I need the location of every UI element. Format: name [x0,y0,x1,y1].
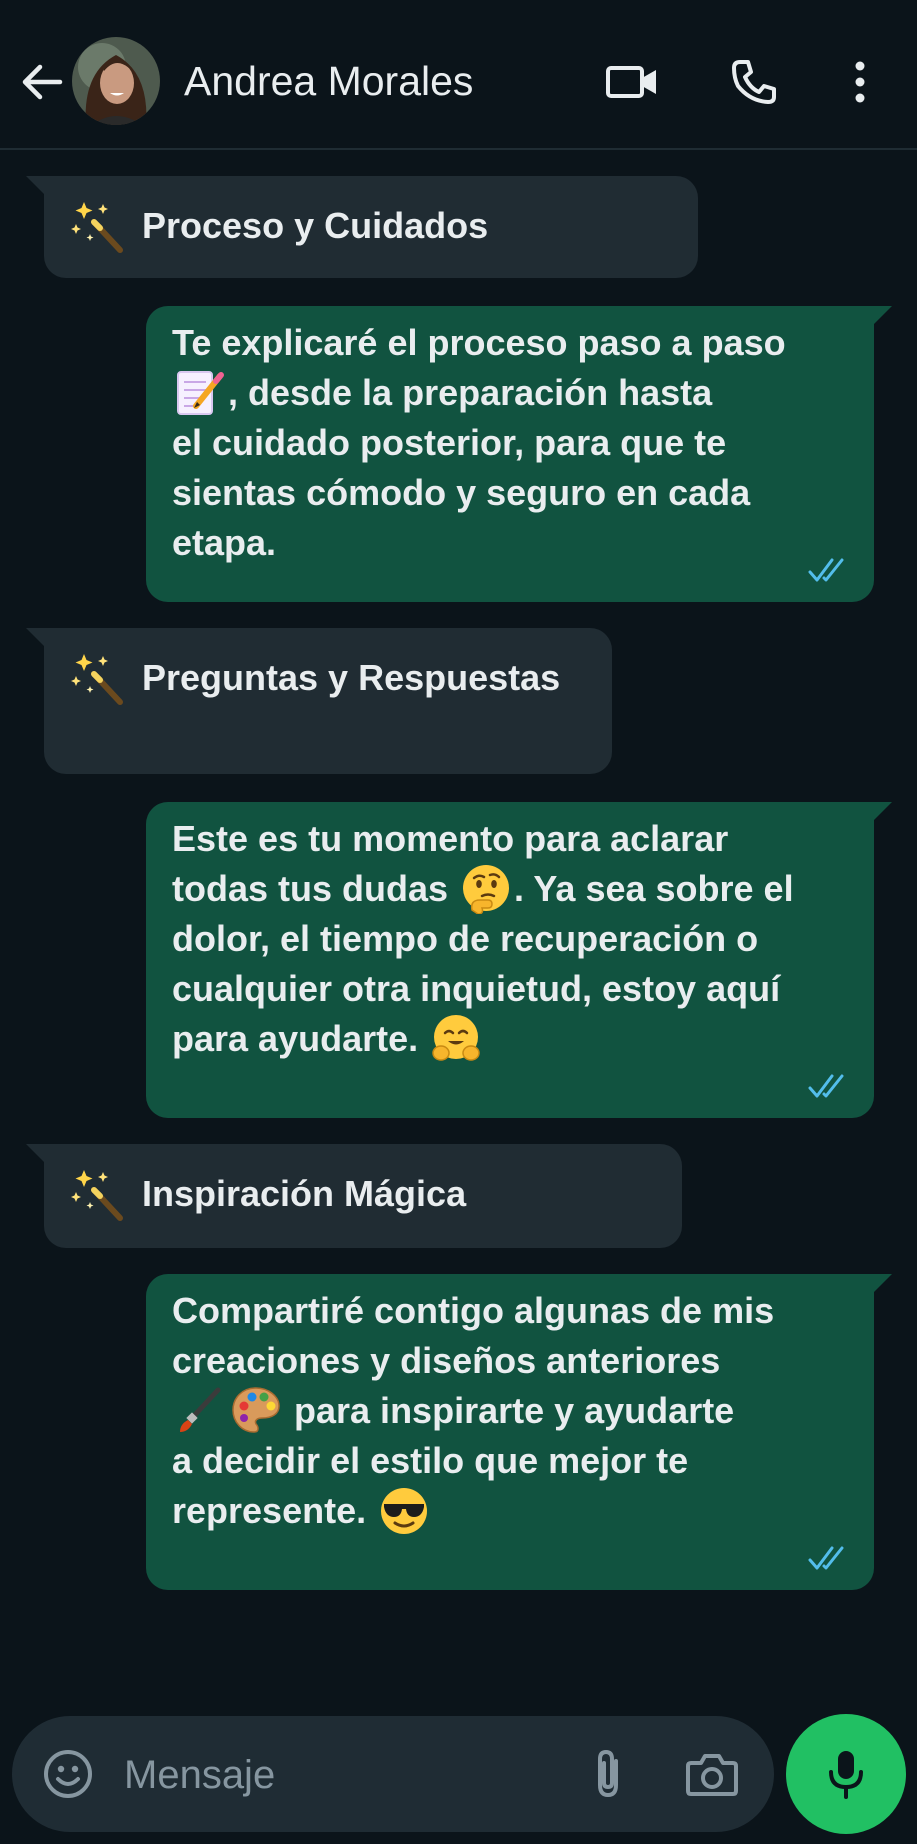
emoji-icon [44,1750,92,1798]
magic-wand-icon [70,1166,126,1222]
thinking-face-icon [460,862,512,914]
paintbrush-icon [174,1384,226,1436]
paperclip-icon [598,1749,618,1798]
message-text: Proceso y Cuidados [142,205,489,246]
arrow-left-icon [22,64,63,100]
video-call-icon [606,66,656,98]
chat-header: Andrea Morales [0,0,917,150]
magic-wand-icon [70,650,126,706]
read-receipt-icon [808,1072,852,1100]
memo-icon [174,366,226,418]
outgoing-message[interactable]: Este es tu momento para aclarar todas tu… [146,802,892,1118]
message-text: Inspiración Mágica [142,1173,467,1214]
voice-message-button[interactable] [786,1714,906,1834]
incoming-message[interactable]: Inspiración Mágica [26,1144,682,1248]
incoming-message[interactable]: Proceso y Cuidados [26,176,698,278]
video-call-button[interactable] [600,50,664,114]
voice-call-button[interactable] [722,50,786,114]
hugging-face-icon [430,1013,482,1065]
phone-icon [732,60,776,104]
magic-wand-icon [70,198,126,254]
read-receipt-icon [808,1544,852,1572]
message-text: Preguntas y Respuestas [142,657,561,698]
read-receipt-icon [808,556,852,584]
artist-palette-icon [230,1384,282,1436]
menu-button[interactable] [828,50,892,114]
message-text: Este es tu momento para aclarar todas tu… [172,814,794,1065]
microphone-icon [829,1751,863,1799]
message-text: Te explicaré el proceso paso a paso , de… [172,322,786,564]
chat-messages[interactable]: Proceso y Cuidados Te explicaré el proce… [0,150,917,1690]
outgoing-message[interactable]: Compartiré contigo algunas de mis creaci… [146,1274,892,1590]
attach-button[interactable] [580,1746,636,1802]
avatar-photo [72,37,160,125]
outgoing-message[interactable]: Te explicaré el proceso paso a paso , de… [146,306,892,602]
message-input[interactable] [122,1746,456,1804]
avatar[interactable] [72,37,160,125]
contact-name[interactable]: Andrea Morales [184,56,473,106]
message-composer [12,1716,774,1832]
more-vertical-icon [855,61,865,103]
incoming-message[interactable]: Preguntas y Respuestas [26,628,612,774]
camera-button[interactable] [684,1746,740,1802]
camera-icon [686,1754,738,1796]
message-text: Compartiré contigo algunas de mis creaci… [172,1286,774,1537]
smiling-face-with-sunglasses-icon [378,1485,430,1537]
emoji-button[interactable] [40,1746,96,1802]
back-button[interactable] [16,50,68,114]
